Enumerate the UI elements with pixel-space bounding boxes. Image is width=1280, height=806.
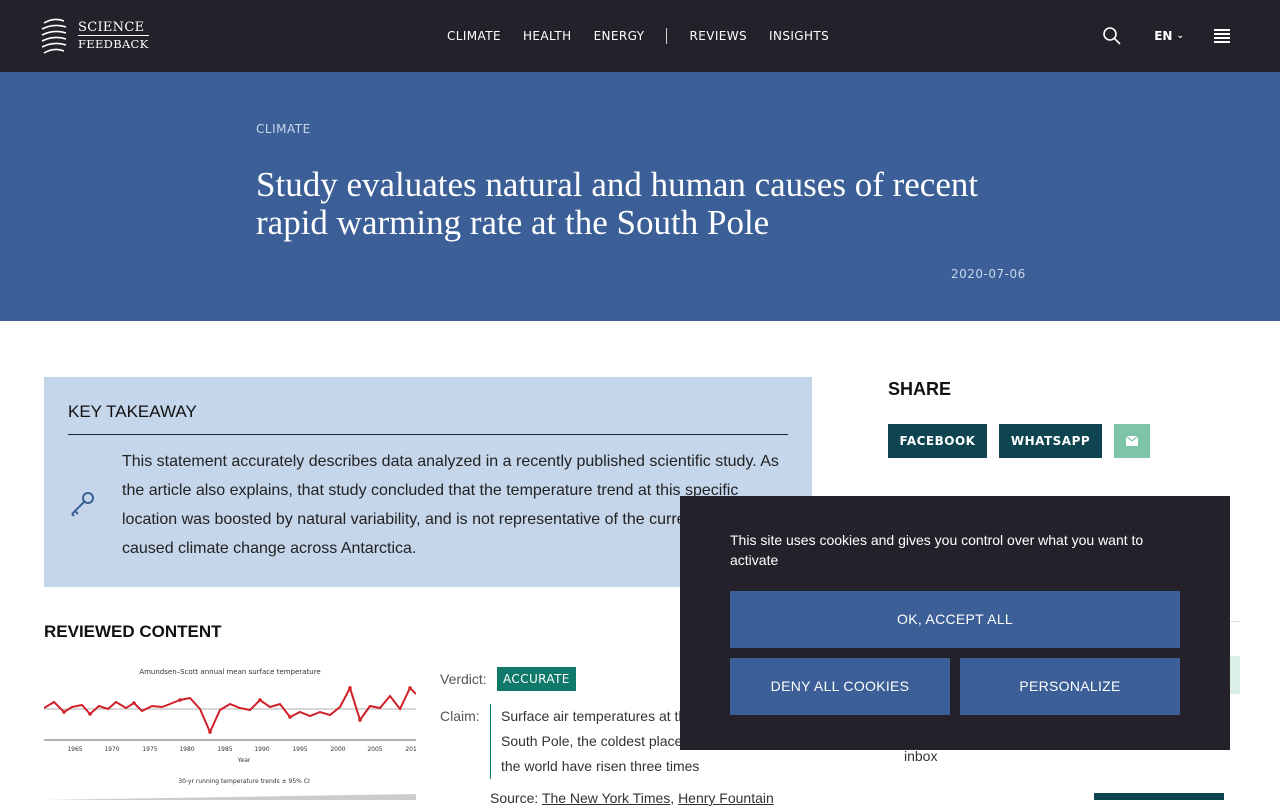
verdict-label: Verdict:: [440, 671, 487, 687]
temperature-chart-image: Amundsen–Scott annual mean surface tempe…: [44, 668, 416, 800]
nav-link-energy[interactable]: ENERGY: [594, 29, 645, 43]
share-heading: SHARE: [888, 379, 952, 399]
chart-image-tick: 1970: [104, 746, 119, 753]
nav-link-insights[interactable]: INSIGHTS: [769, 29, 829, 43]
chevron-down-icon: ⌄: [1176, 31, 1184, 41]
subscribe-button[interactable]: [1094, 793, 1224, 800]
reviewed-content-image[interactable]: Amundsen–Scott annual mean surface tempe…: [44, 662, 416, 800]
article-hero: CLIMATE Study evaluates natural and huma…: [0, 72, 1280, 321]
chart-image-tick: 1995: [292, 746, 307, 753]
share-facebook-button[interactable]: FACEBOOK: [888, 424, 987, 458]
logo-line-2: FEEDBACK: [78, 34, 149, 51]
key-takeaway-heading: KEY TAKEAWAY: [68, 402, 197, 421]
deny-all-cookies-button[interactable]: DENY ALL COOKIES: [730, 658, 950, 715]
chart-image-tick: 1965: [67, 746, 82, 753]
share-whatsapp-button[interactable]: WHATSAPP: [999, 424, 1102, 458]
source-label: Source:: [490, 790, 539, 806]
chart-image-tick: 2005: [367, 746, 382, 753]
share-email-button[interactable]: [1114, 424, 1150, 458]
source-outlet-link[interactable]: The New York Times: [542, 790, 670, 806]
chart-image-title: Amundsen–Scott annual mean surface tempe…: [139, 668, 320, 676]
article-date: 2020-07-06: [951, 267, 1026, 281]
chart-image-xlabel: Year: [237, 757, 251, 764]
reviewed-content-heading: REVIEWED CONTENT: [44, 622, 222, 641]
language-label: EN: [1154, 29, 1173, 43]
article-category[interactable]: CLIMATE: [256, 122, 311, 136]
accept-all-cookies-button[interactable]: OK, ACCEPT ALL: [730, 591, 1180, 648]
search-icon[interactable]: [1102, 26, 1122, 46]
nav-link-health[interactable]: HEALTH: [523, 29, 572, 43]
cookie-consent-dialog: This site uses cookies and gives you con…: [680, 496, 1230, 750]
language-selector[interactable]: EN ⌄: [1154, 29, 1184, 43]
article-title: Study evaluates natural and human causes…: [256, 165, 979, 242]
header-actions: EN ⌄: [1102, 26, 1230, 46]
verdict-badge: ACCURATE: [497, 667, 576, 691]
key-icon: [71, 492, 94, 517]
chart-image-tick: 2010: [405, 746, 416, 753]
chart-image-tick: 1975: [142, 746, 157, 753]
divider: [68, 434, 788, 435]
logo-mark-icon: [41, 18, 67, 54]
chart-image-tick: 2000: [330, 746, 345, 753]
menu-icon[interactable]: [1214, 29, 1230, 43]
chart-image-caption: 30-yr running temperature trends ± 95% C…: [178, 778, 310, 785]
logo-text: SCIENCE FEEDBACK: [78, 19, 149, 52]
main-nav: CLIMATE HEALTH ENERGY REVIEWS INSIGHTS: [447, 28, 851, 44]
mail-icon: [1126, 436, 1138, 446]
claim-label: Claim:: [440, 708, 480, 724]
chart-image-tick: 1985: [217, 746, 232, 753]
source-line: Source: The New York Times, Henry Founta…: [490, 790, 774, 806]
chart-image-tick: 1990: [254, 746, 269, 753]
newsletter-text: inbox: [904, 748, 938, 764]
nav-link-climate[interactable]: CLIMATE: [447, 29, 501, 43]
source-author-link[interactable]: Henry Fountain: [678, 790, 774, 806]
top-navigation: SCIENCE FEEDBACK CLIMATE HEALTH ENERGY R…: [0, 0, 1280, 72]
cookie-message: This site uses cookies and gives you con…: [730, 532, 1144, 568]
site-logo[interactable]: SCIENCE FEEDBACK: [40, 15, 150, 57]
personalize-cookies-button[interactable]: PERSONALIZE: [960, 658, 1180, 715]
chart-image-tick: 1980: [179, 746, 194, 753]
nav-link-reviews[interactable]: REVIEWS: [689, 29, 747, 43]
logo-line-1: SCIENCE: [78, 19, 145, 35]
nav-divider: [666, 28, 668, 44]
